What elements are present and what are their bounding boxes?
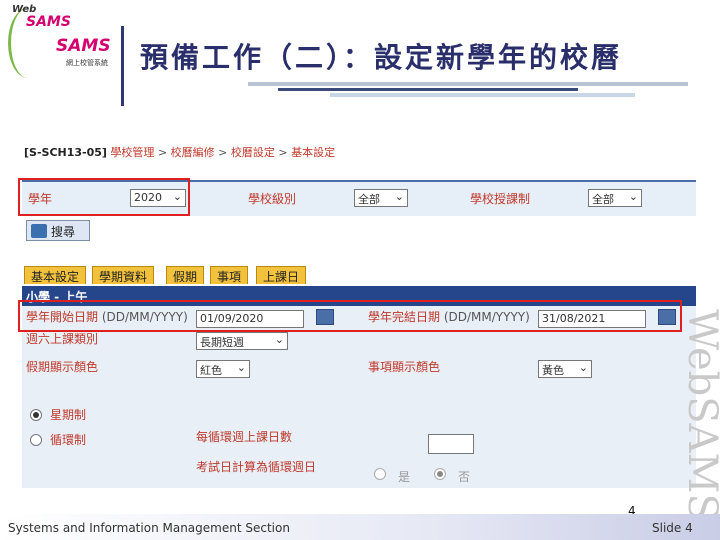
title-underline	[330, 93, 635, 97]
event-color-label: 事項顯示顏色	[368, 360, 441, 374]
search-button[interactable]: 搜尋	[26, 220, 90, 241]
tab-school-days[interactable]: 上課日	[256, 266, 307, 284]
exam-cycle-yes-label: 是	[398, 470, 411, 484]
footer-slide-number: Slide 4	[652, 521, 693, 535]
highlight-box	[18, 178, 190, 216]
breadcrumb-separator: >	[218, 146, 228, 159]
school-level-select[interactable]: 全部 ⌄	[354, 189, 408, 207]
weekly-type-select[interactable]: 長期短週 ⌄	[196, 332, 288, 350]
breadcrumb: [S-SCH13-05] 學校管理 > 校曆編修 > 校曆設定 > 基本設定	[24, 144, 335, 160]
breadcrumb-item[interactable]: 學校管理	[110, 146, 154, 159]
screen-code: [S-SCH13-05]	[24, 146, 107, 159]
chevron-down-icon: ⌄	[274, 333, 284, 346]
cycle-days-label: 每循環週上課日數	[196, 430, 293, 444]
websams-logo: Web SAMS SAMS 網上校管系統	[4, 2, 114, 90]
tab-term-data[interactable]: 學期資料	[92, 266, 155, 284]
logo-sams-top: SAMS	[26, 14, 71, 30]
holiday-color-select[interactable]: 紅色 ⌄	[196, 360, 250, 378]
slide-title: 預備工作（二）：設定新學年的校曆	[140, 41, 623, 74]
title-underline	[248, 82, 688, 86]
logo-subtitle: 網上校管系統	[66, 59, 108, 67]
chevron-down-icon: ⌄	[628, 190, 638, 203]
title-underline	[278, 88, 578, 91]
chevron-down-icon: ⌄	[236, 361, 246, 374]
breadcrumb-item[interactable]: 校曆設定	[231, 146, 275, 159]
exam-cycle-yes-radio[interactable]	[374, 468, 386, 480]
breadcrumb-item[interactable]: 校曆編修	[171, 146, 215, 159]
chevron-down-icon: ⌄	[578, 361, 588, 374]
breadcrumb-separator: >	[157, 146, 168, 159]
logo-sams-bottom: SAMS	[56, 36, 111, 56]
tab-holidays[interactable]: 假期	[166, 266, 205, 284]
exam-cycle-no-radio[interactable]	[434, 468, 446, 480]
websams-watermark: WebSAMS	[679, 309, 720, 521]
weekday-cycle-radio[interactable]	[30, 409, 42, 421]
tab-events[interactable]: 事項	[210, 266, 249, 284]
breadcrumb-item[interactable]: 基本設定	[291, 146, 335, 159]
tab-basic-settings[interactable]: 基本設定	[24, 266, 87, 284]
day-cycle-radio[interactable]	[30, 434, 42, 446]
school-session-select[interactable]: 全部 ⌄	[588, 189, 642, 207]
exam-cycle-no-label: 否	[458, 470, 471, 484]
title-divider	[121, 26, 124, 106]
weekday-cycle-label: 星期制	[50, 408, 87, 422]
school-level-label: 學校級別	[248, 192, 297, 206]
day-cycle-label: 循環制	[50, 433, 87, 447]
breadcrumb-separator: >	[278, 146, 288, 159]
chevron-down-icon: ⌄	[394, 190, 404, 203]
search-icon	[31, 224, 47, 238]
exam-cycle-label: 考試日計算為循環週日	[196, 460, 317, 474]
holiday-color-label: 假期顯示顏色	[26, 360, 99, 374]
weekly-type-label: 週六上課類別	[26, 332, 99, 346]
event-color-select[interactable]: 黃色 ⌄	[538, 360, 592, 378]
school-session-label: 學校授課制	[470, 192, 531, 206]
highlight-box	[18, 300, 682, 332]
footer-section-name: Systems and Information Management Secti…	[8, 521, 290, 535]
cycle-days-input[interactable]	[428, 434, 474, 454]
